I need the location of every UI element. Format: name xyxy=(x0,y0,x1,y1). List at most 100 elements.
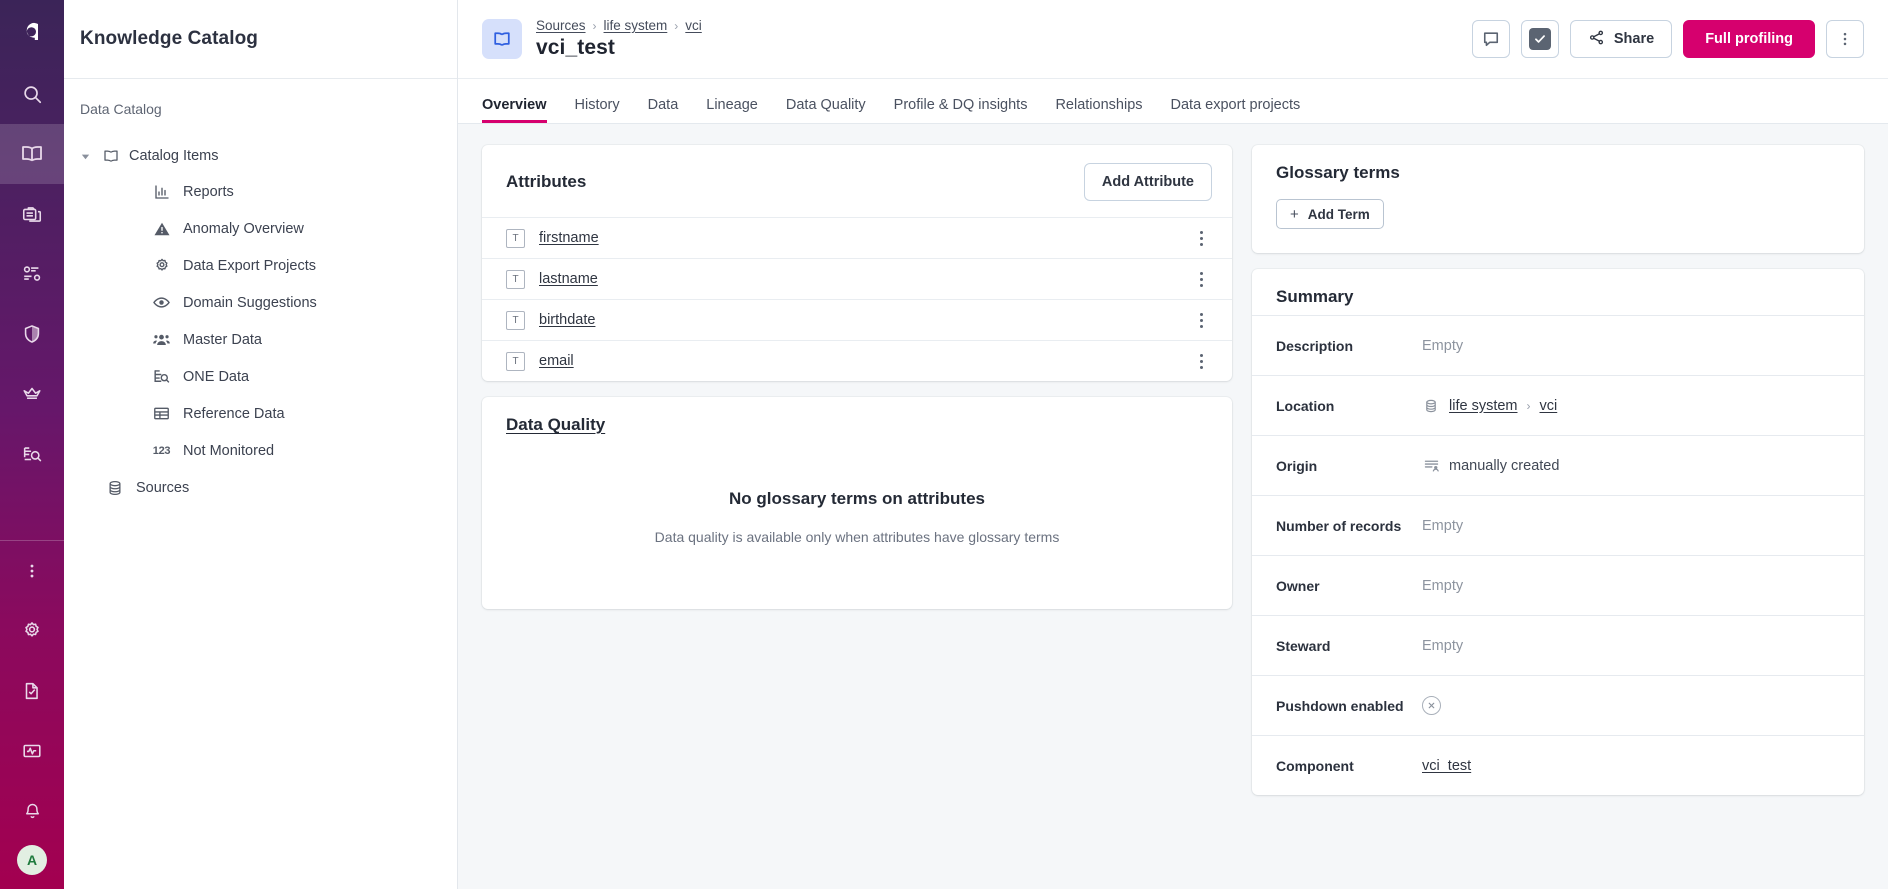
sidebar-item-label: Reports xyxy=(183,184,234,200)
share-button[interactable]: Share xyxy=(1570,20,1672,58)
data-quality-empty-state: No glossary terms on attributes Data qua… xyxy=(482,451,1232,609)
empty-state-subtitle: Data quality is available only when attr… xyxy=(482,529,1232,545)
sidebar-item-reference-data[interactable]: Reference Data xyxy=(64,395,457,432)
attribute-row[interactable]: T lastname xyxy=(482,258,1232,299)
book-icon[interactable] xyxy=(0,124,64,184)
origin-value: manually created xyxy=(1449,458,1559,474)
location-link-vci[interactable]: vci xyxy=(1540,398,1558,414)
people-icon xyxy=(152,330,171,349)
component-link[interactable]: vci_test xyxy=(1422,758,1471,774)
sidebar-item-reports[interactable]: Reports xyxy=(64,173,457,210)
app-title: Knowledge Catalog xyxy=(80,28,258,50)
crown-icon[interactable] xyxy=(0,364,64,424)
text-type-icon: T xyxy=(506,270,525,289)
sidebar-item-one-data[interactable]: ONE Data xyxy=(64,358,457,395)
catalog-sidebar: Knowledge Catalog Data Catalog Catalog I… xyxy=(64,0,458,889)
attributes-title: Attributes xyxy=(506,172,586,192)
sidebar-header: Knowledge Catalog xyxy=(64,0,457,79)
glossary-card-body: Glossary terms + Add Term xyxy=(1252,145,1864,253)
sidebar-item-domain-suggestions[interactable]: Domain Suggestions xyxy=(64,284,457,321)
gear-icon[interactable] xyxy=(0,601,64,661)
location-link-life-system[interactable]: life system xyxy=(1449,398,1518,414)
overview-content: Attributes Add Attribute T firstname T l… xyxy=(458,124,1888,889)
folders-icon[interactable] xyxy=(0,184,64,244)
more-vertical-icon[interactable] xyxy=(1190,231,1212,246)
full-profiling-button[interactable]: Full profiling xyxy=(1683,20,1815,58)
summary-row-component: Component vci_test xyxy=(1252,735,1864,795)
tab-relationships[interactable]: Relationships xyxy=(1041,97,1156,123)
sidebar-item-label: Data Export Projects xyxy=(183,258,316,274)
sidebar-body: Data Catalog Catalog Items Reports xyxy=(64,79,457,506)
attribute-row[interactable]: T birthdate xyxy=(482,299,1232,340)
table-icon xyxy=(152,404,171,423)
more-vertical-icon[interactable] xyxy=(1190,354,1212,369)
sidebar-item-master-data[interactable]: Master Data xyxy=(64,321,457,358)
sidebar-item-label: Not Monitored xyxy=(183,443,274,459)
summary-value[interactable]: Empty xyxy=(1422,338,1463,354)
add-term-label: Add Term xyxy=(1308,207,1370,222)
tab-history[interactable]: History xyxy=(561,97,634,123)
breadcrumb-item-sources[interactable]: Sources xyxy=(536,18,586,33)
checkbox-checked-icon[interactable] xyxy=(1521,20,1559,58)
sidebar-item-label: ONE Data xyxy=(183,369,249,385)
attribute-row[interactable]: T firstname xyxy=(482,217,1232,258)
breadcrumb-item-vci[interactable]: vci xyxy=(685,18,702,33)
summary-key: Location xyxy=(1276,398,1422,414)
breadcrumb-item-life-system[interactable]: life system xyxy=(604,18,668,33)
attributes-card: Attributes Add Attribute T firstname T l… xyxy=(482,145,1232,381)
search-icon[interactable] xyxy=(0,64,64,124)
shield-icon[interactable] xyxy=(0,304,64,364)
tab-overview[interactable]: Overview xyxy=(482,97,561,123)
sidebar-item-data-export-projects[interactable]: Data Export Projects xyxy=(64,247,457,284)
tab-data-export-projects[interactable]: Data export projects xyxy=(1157,97,1315,123)
summary-key: Origin xyxy=(1276,458,1422,474)
content-left-column: Attributes Add Attribute T firstname T l… xyxy=(482,145,1232,889)
add-attribute-button[interactable]: Add Attribute xyxy=(1084,163,1212,201)
more-vertical-icon[interactable] xyxy=(1826,20,1864,58)
summary-value[interactable]: Empty xyxy=(1422,638,1463,654)
sidebar-item-sources[interactable]: Sources xyxy=(64,469,457,506)
one-data-icon[interactable] xyxy=(0,424,64,484)
gear-icon xyxy=(152,256,171,275)
ataccama-logo[interactable] xyxy=(0,0,64,64)
sidebar-item-label: Anomaly Overview xyxy=(183,221,304,237)
summary-key: Component xyxy=(1276,758,1422,774)
sidebar-item-not-monitored[interactable]: 123 Not Monitored xyxy=(64,432,457,469)
tab-data[interactable]: Data xyxy=(634,97,693,123)
data-quality-title[interactable]: Data Quality xyxy=(506,415,605,435)
share-icon xyxy=(1588,29,1605,50)
monitoring-icon[interactable] xyxy=(0,721,64,781)
content-right-column: Glossary terms + Add Term Summary Descri… xyxy=(1252,145,1864,889)
bell-icon[interactable] xyxy=(0,781,64,841)
entity-header-texts: Sources › life system › vci vci_test xyxy=(536,18,702,60)
data-observability-icon[interactable] xyxy=(0,244,64,304)
chevron-down-icon[interactable] xyxy=(80,151,92,162)
attribute-row[interactable]: T email xyxy=(482,340,1232,381)
attribute-name[interactable]: email xyxy=(539,353,574,369)
share-label: Share xyxy=(1614,31,1654,47)
tab-data-quality[interactable]: Data Quality xyxy=(772,97,880,123)
more-vertical-icon[interactable] xyxy=(0,541,64,601)
attribute-name[interactable]: lastname xyxy=(539,271,598,287)
summary-value[interactable]: Empty xyxy=(1422,578,1463,594)
summary-card: Summary Description Empty Location life … xyxy=(1252,269,1864,795)
more-vertical-icon[interactable] xyxy=(1190,313,1212,328)
add-term-button[interactable]: + Add Term xyxy=(1276,199,1384,229)
more-vertical-icon[interactable] xyxy=(1190,272,1212,287)
comment-icon[interactable] xyxy=(1472,20,1510,58)
attribute-name[interactable]: birthdate xyxy=(539,312,595,328)
summary-key: Number of records xyxy=(1276,518,1422,534)
tab-lineage[interactable]: Lineage xyxy=(692,97,772,123)
attribute-name[interactable]: firstname xyxy=(539,230,599,246)
tab-profile-dq-insights[interactable]: Profile & DQ insights xyxy=(880,97,1042,123)
database-icon xyxy=(1422,397,1440,415)
rail-bottom-group: A xyxy=(0,541,64,889)
avatar[interactable]: A xyxy=(17,845,47,875)
summary-value: vci_test xyxy=(1422,758,1471,774)
sidebar-item-label: Reference Data xyxy=(183,406,285,422)
document-check-icon[interactable] xyxy=(0,661,64,721)
summary-row-pushdown-enabled: Pushdown enabled xyxy=(1252,675,1864,735)
text-type-icon: T xyxy=(506,352,525,371)
tree-node-catalog-items[interactable]: Catalog Items xyxy=(64,139,457,173)
sidebar-item-anomaly-overview[interactable]: Anomaly Overview xyxy=(64,210,457,247)
